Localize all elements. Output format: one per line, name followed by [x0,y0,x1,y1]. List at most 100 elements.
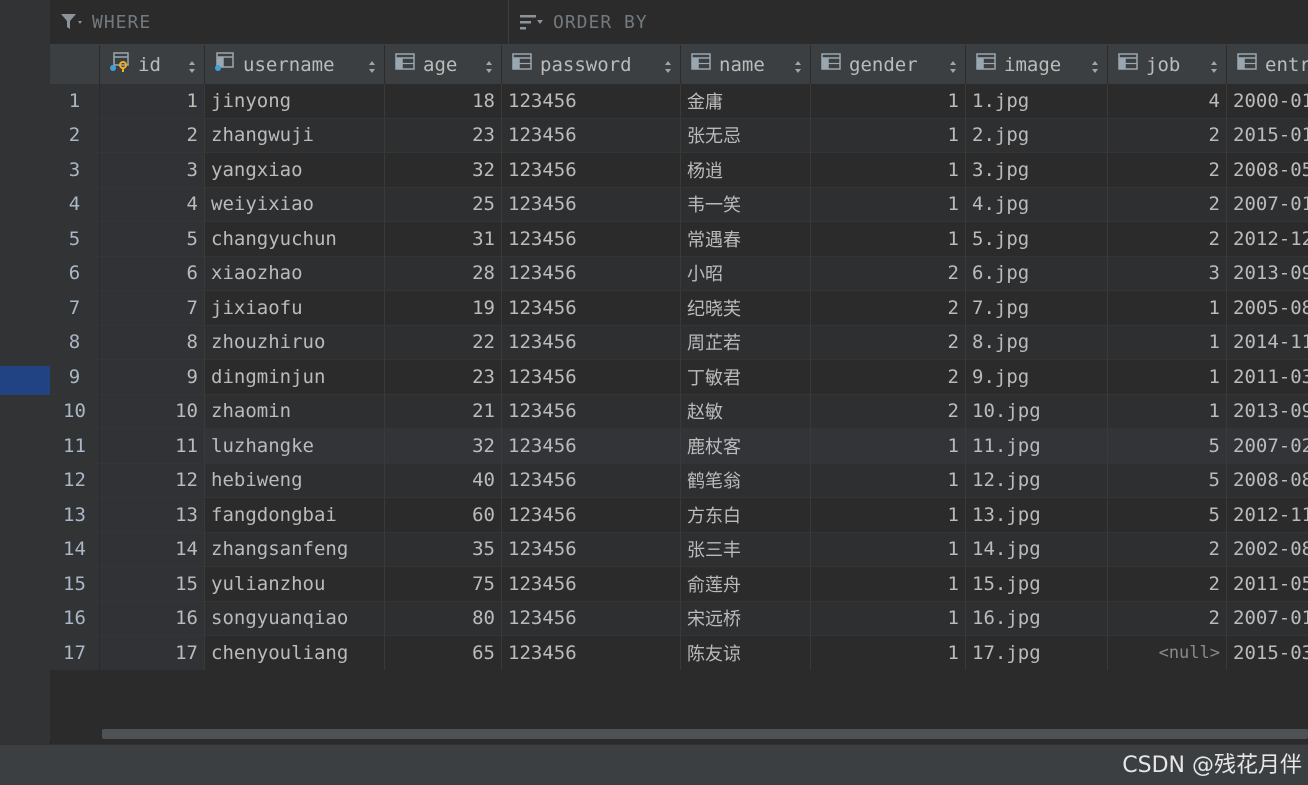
cell-gender[interactable]: 1 [811,187,966,222]
cell-image[interactable]: 11.jpg [966,429,1108,464]
cell-gender[interactable]: 1 [811,84,966,119]
cell-password[interactable]: 123456 [502,394,681,429]
cell-name[interactable]: 丁敏君 [681,360,811,395]
table-row[interactable]: 2 2 zhangwuji 23 123456 张无忌 1 2.jpg 2 2015-01 [50,118,1308,153]
cell-entrydate[interactable]: 2002-08 [1227,532,1308,567]
cell-gender[interactable]: 1 [811,222,966,257]
cell-job[interactable]: 1 [1108,360,1227,395]
cell-image[interactable]: 17.jpg [966,636,1108,671]
cell-entrydate[interactable]: 2013-09 [1227,256,1308,291]
table-row[interactable]: 9 9 dingminjun 23 123456 丁敏君 2 9.jpg 1 2011-03 [50,360,1308,395]
cell-gender[interactable]: 2 [811,256,966,291]
table-row[interactable]: 7 7 jixiaofu 19 123456 纪晓芙 2 7.jpg 1 2005-08 [50,291,1308,326]
cell-age[interactable]: 35 [385,532,502,567]
cell-password[interactable]: 123456 [502,325,681,360]
row-number[interactable]: 1 [50,84,100,119]
cell-entrydate[interactable]: 2008-05 [1227,153,1308,188]
cell-age[interactable]: 40 [385,463,502,498]
cell-image[interactable]: 9.jpg [966,360,1108,395]
cell-name[interactable]: 杨逍 [681,153,811,188]
row-number[interactable]: 9 [50,360,100,395]
cell-name[interactable]: 张无忌 [681,118,811,153]
cell-username[interactable]: yulianzhou [205,567,385,602]
cell-id[interactable]: 16 [100,601,205,636]
cell-job[interactable]: 2 [1108,222,1227,257]
cell-image[interactable]: 3.jpg [966,153,1108,188]
cell-username[interactable]: songyuanqiao [205,601,385,636]
cell-username[interactable]: jinyong [205,84,385,119]
cell-job[interactable]: 2 [1108,118,1227,153]
table-row[interactable]: 8 8 zhouzhiruo 22 123456 周芷若 2 8.jpg 1 2014-11 [50,325,1308,360]
sort-arrows-icon[interactable] [1091,57,1099,73]
cell-password[interactable]: 123456 [502,360,681,395]
row-number[interactable]: 2 [50,118,100,153]
cell-username[interactable]: zhangwuji [205,118,385,153]
column-header-job[interactable]: job [1108,45,1227,84]
cell-name[interactable]: 小昭 [681,256,811,291]
cell-entrydate[interactable]: 2005-08 [1227,291,1308,326]
cell-id[interactable]: 2 [100,118,205,153]
cell-password[interactable]: 123456 [502,429,681,464]
cell-id[interactable]: 5 [100,222,205,257]
cell-name[interactable]: 鹤笔翁 [681,463,811,498]
cell-entrydate[interactable]: 2012-12 [1227,222,1308,257]
cell-password[interactable]: 123456 [502,601,681,636]
cell-image[interactable]: 4.jpg [966,187,1108,222]
cell-name[interactable]: 俞莲舟 [681,567,811,602]
sort-arrows-icon[interactable] [1210,57,1218,73]
cell-gender[interactable]: 2 [811,325,966,360]
row-number[interactable]: 16 [50,601,100,636]
cell-name[interactable]: 金庸 [681,84,811,119]
cell-username[interactable]: luzhangke [205,429,385,464]
column-header-image[interactable]: image [966,45,1108,84]
table-row[interactable]: 16 16 songyuanqiao 80 123456 宋远桥 1 16.jpg 2 2007-… [50,601,1308,636]
cell-username[interactable]: zhaomin [205,394,385,429]
cell-id[interactable]: 1 [100,84,205,119]
cell-gender[interactable]: 1 [811,429,966,464]
cell-age[interactable]: 75 [385,567,502,602]
cell-entrydate[interactable]: 2007-01 [1227,187,1308,222]
cell-job[interactable]: 2 [1108,567,1227,602]
cell-job[interactable]: 5 [1108,463,1227,498]
cell-name[interactable]: 陈友谅 [681,636,811,671]
cell-password[interactable]: 123456 [502,291,681,326]
cell-password[interactable]: 123456 [502,84,681,119]
cell-username[interactable]: zhouzhiruo [205,325,385,360]
cell-name[interactable]: 宋远桥 [681,601,811,636]
cell-username[interactable]: weiyixiao [205,187,385,222]
cell-gender[interactable]: 2 [811,291,966,326]
column-header-password[interactable]: password [502,45,681,84]
cell-name[interactable]: 常遇春 [681,222,811,257]
cell-entrydate[interactable]: 2015-03 [1227,636,1308,671]
cell-id[interactable]: 15 [100,567,205,602]
cell-entrydate[interactable]: 2008-08 [1227,463,1308,498]
column-header-name[interactable]: name [681,45,811,84]
cell-image[interactable]: 7.jpg [966,291,1108,326]
cell-entrydate[interactable]: 2012-11 [1227,498,1308,533]
cell-age[interactable]: 22 [385,325,502,360]
sort-arrows-icon[interactable] [794,57,802,73]
cell-username[interactable]: hebiweng [205,463,385,498]
cell-password[interactable]: 123456 [502,532,681,567]
cell-id[interactable]: 9 [100,360,205,395]
cell-image[interactable]: 13.jpg [966,498,1108,533]
table-row[interactable]: 12 12 hebiweng 40 123456 鹤笔翁 1 12.jpg 5 2008-08 [50,463,1308,498]
cell-age[interactable]: 23 [385,360,502,395]
sort-arrows-icon[interactable] [949,57,957,73]
cell-password[interactable]: 123456 [502,187,681,222]
table-row[interactable]: 11 11 luzhangke 32 123456 鹿杖客 1 11.jpg 5 2007-02 [50,429,1308,464]
cell-id[interactable]: 17 [100,636,205,671]
cell-entrydate[interactable]: 2007-02 [1227,429,1308,464]
cell-gender[interactable]: 1 [811,463,966,498]
row-number[interactable]: 11 [50,429,100,464]
column-header-gender[interactable]: gender [811,45,966,84]
cell-entrydate[interactable]: 2014-11 [1227,325,1308,360]
cell-age[interactable]: 25 [385,187,502,222]
cell-gender[interactable]: 1 [811,153,966,188]
cell-id[interactable]: 10 [100,394,205,429]
cell-id[interactable]: 14 [100,532,205,567]
sort-arrows-icon[interactable] [368,57,376,73]
cell-age[interactable]: 18 [385,84,502,119]
cell-image[interactable]: 15.jpg [966,567,1108,602]
cell-job[interactable]: 1 [1108,291,1227,326]
